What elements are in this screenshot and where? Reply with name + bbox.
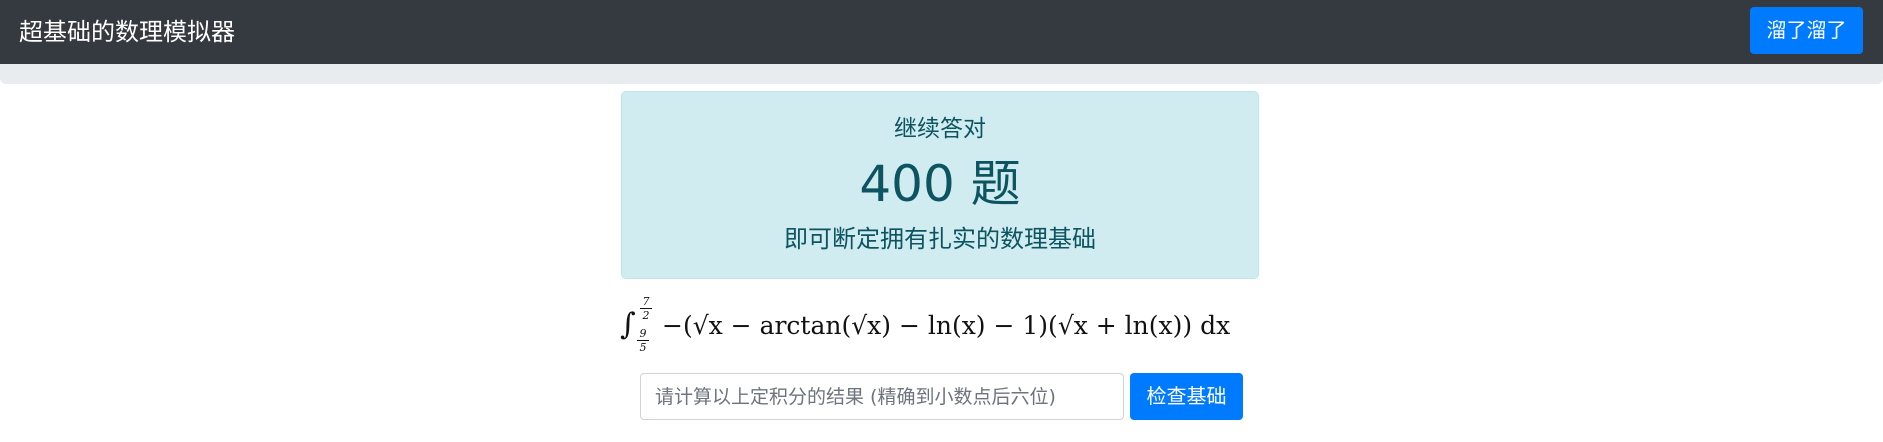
upper-limit: 7 2	[640, 296, 652, 321]
leave-button[interactable]: 溜了溜了	[1750, 7, 1863, 54]
progress-alert: 继续答对 400 题 即可断定拥有扎实的数理基础	[621, 91, 1259, 279]
upper-limit-denominator: 2	[642, 309, 650, 322]
answer-input[interactable]	[640, 373, 1124, 420]
lower-limit: 9 5	[637, 328, 649, 353]
integral-formula: ∫ 7 2 9 5 −(√x − arctan(√x) − ln(x) − 1)…	[617, 296, 1267, 358]
top-navbar: 超基础的数理模拟器 溜了溜了	[0, 0, 1883, 64]
integral-sign: ∫	[620, 307, 636, 342]
lower-limit-denominator: 5	[639, 341, 647, 354]
check-answer-button[interactable]: 检查基础	[1130, 373, 1243, 420]
upper-limit-numerator: 7	[642, 295, 650, 308]
integrand-expression: −(√x − arctan(√x) − ln(x) − 1)(√x + ln(x…	[662, 311, 1231, 340]
app-title: 超基础的数理模拟器	[19, 18, 235, 46]
remaining-count: 400 题	[859, 155, 1021, 213]
navbar-underbar	[0, 64, 1883, 84]
lower-limit-numerator: 9	[639, 327, 647, 340]
alert-goal-text: 即可断定拥有扎实的数理基础	[784, 225, 1096, 253]
alert-intro-text: 继续答对	[894, 116, 986, 142]
